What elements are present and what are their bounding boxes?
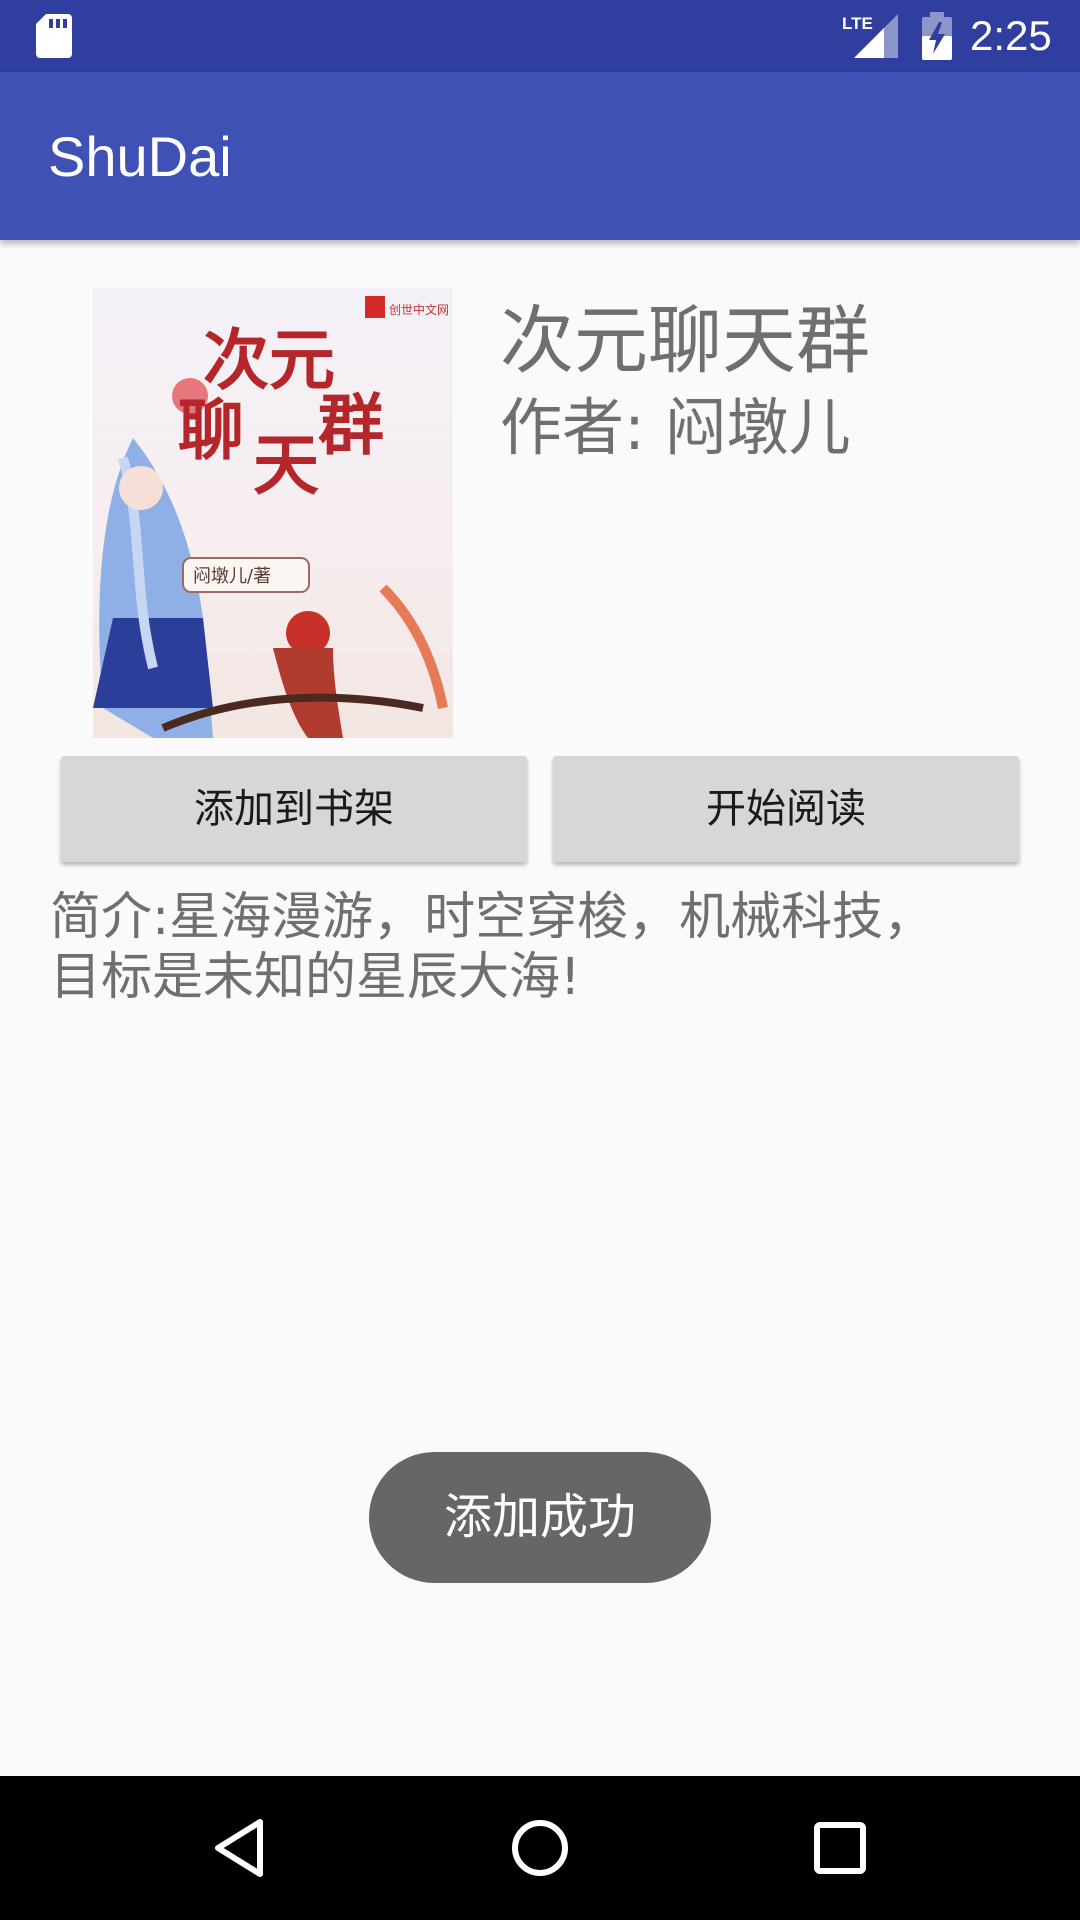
start-reading-button[interactable]: 开始阅读 <box>553 756 1019 862</box>
battery-charging-icon <box>922 12 952 60</box>
home-icon[interactable] <box>500 1808 580 1888</box>
add-to-shelf-button[interactable]: 添加到书架 <box>61 756 527 862</box>
svg-text:LTE: LTE <box>842 14 873 33</box>
book-author: 作者: 闷墩儿 <box>500 391 851 464</box>
svg-text:次元: 次元 <box>203 321 335 399</box>
svg-text:创世中文网: 创世中文网 <box>389 302 449 317</box>
book-intro-line: 简介:星海漫游，时空穿梭，机械科技， <box>50 888 935 947</box>
recents-icon[interactable] <box>800 1808 880 1888</box>
lte-signal-icon: LTE <box>842 14 898 58</box>
svg-text:天: 天 <box>253 426 319 504</box>
svg-text:群: 群 <box>318 386 384 464</box>
svg-text:聊: 聊 <box>178 391 244 469</box>
status-time: 2:25 <box>970 12 1052 59</box>
svg-text:闷墩儿/著: 闷墩儿/著 <box>193 566 271 587</box>
sd-card-icon <box>36 14 72 58</box>
back-icon[interactable] <box>200 1808 280 1888</box>
status-bar: LTE 2:25 <box>0 0 1080 72</box>
book-title: 次元聊天群 <box>500 298 870 384</box>
book-intro: 简介:星海漫游，时空穿梭，机械科技， 目标是未知的星辰大海! <box>50 888 1040 1008</box>
navigation-bar <box>0 1776 1080 1920</box>
book-cover-image: 创世中文网 次元 聊 天 群 闷墩儿/著 <box>93 288 453 738</box>
toast-message: 添加成功 <box>369 1452 711 1583</box>
app-bar: ShuDai <box>0 72 1080 240</box>
book-intro-line: 目标是未知的星辰大海! <box>50 948 581 1007</box>
app-title: ShuDai <box>48 125 232 188</box>
